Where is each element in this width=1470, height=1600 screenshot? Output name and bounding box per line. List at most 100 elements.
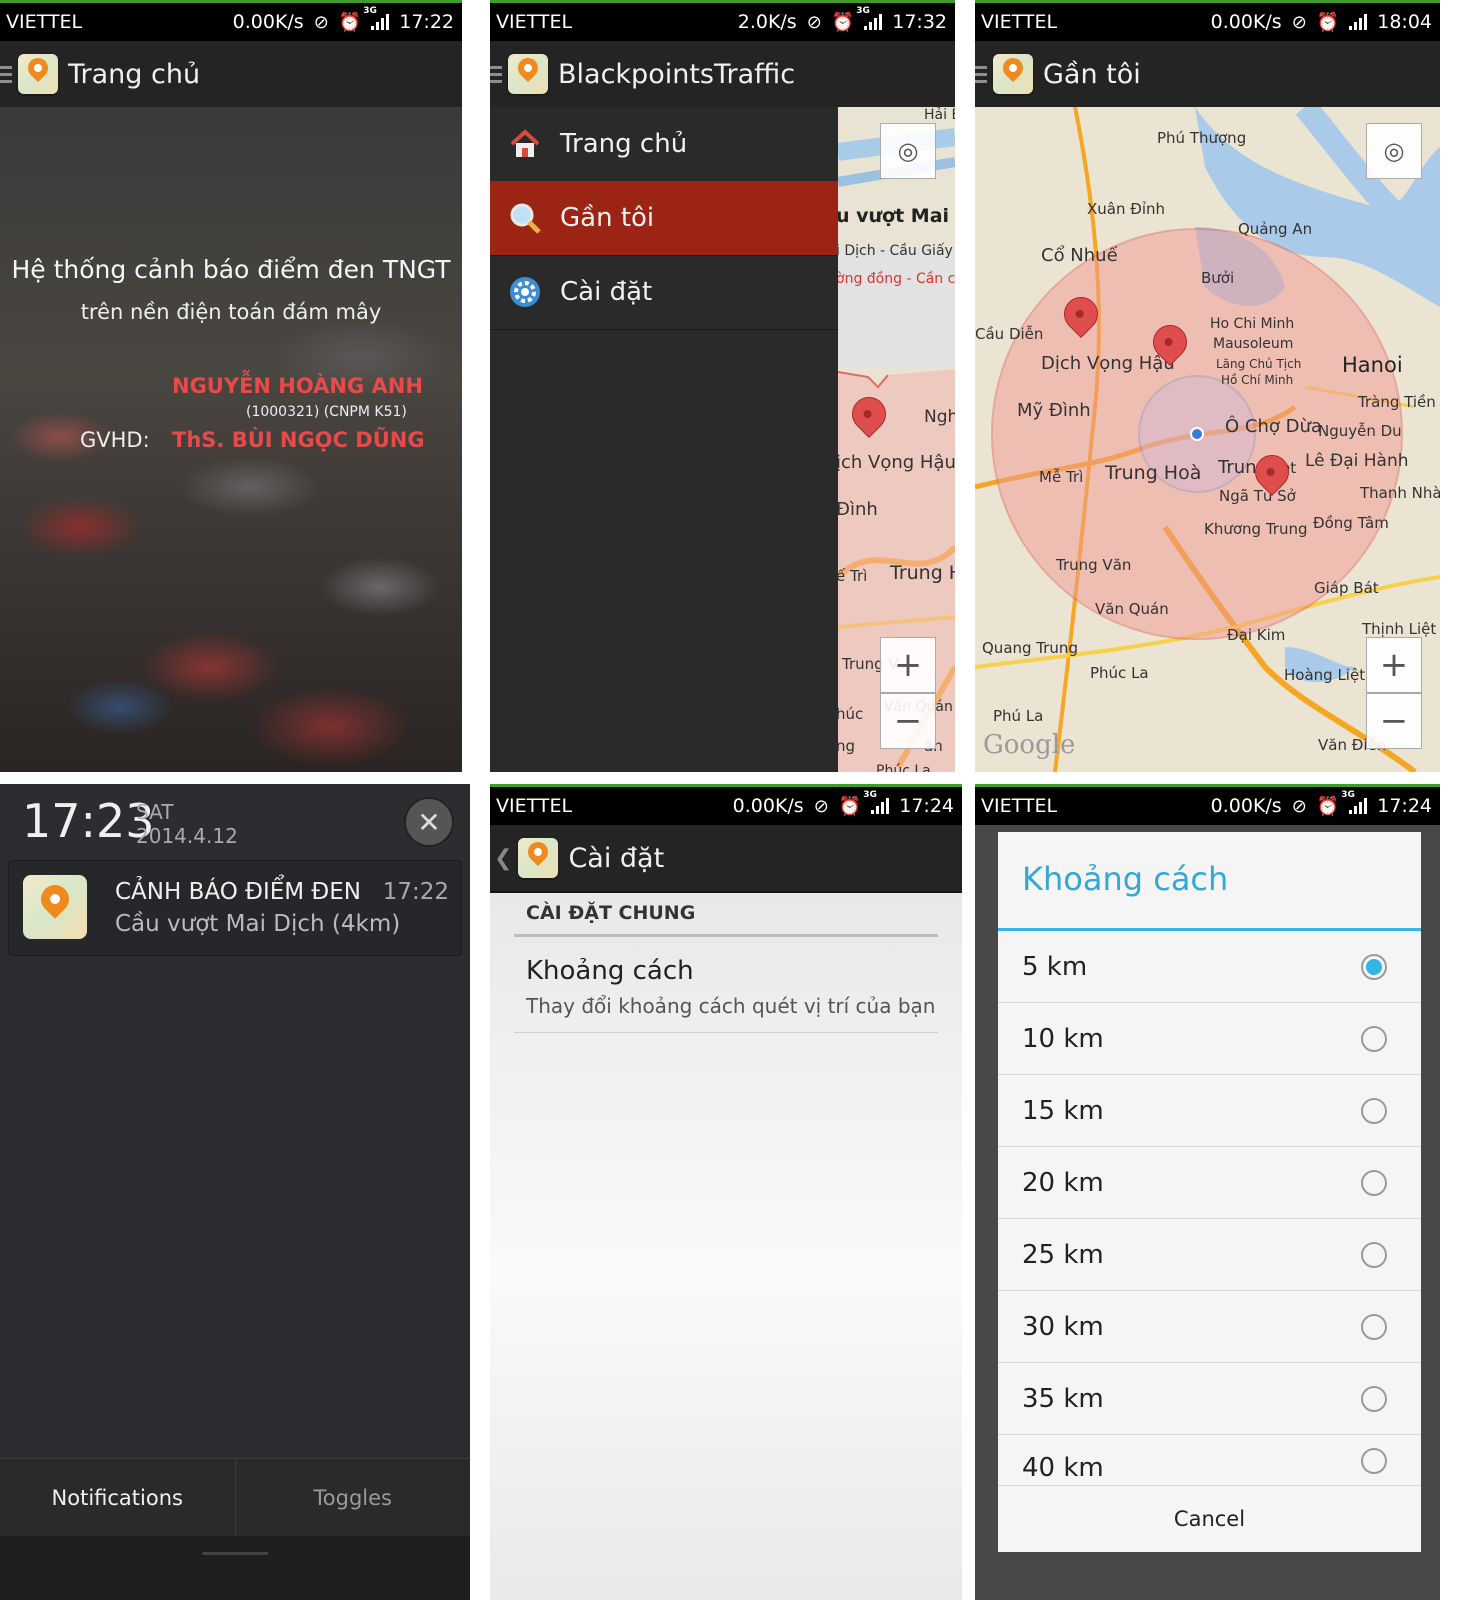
map-label: Cổ Nhuế: [1041, 245, 1118, 266]
radio-unselected[interactable]: [1361, 1097, 1387, 1124]
back-chevron-icon[interactable]: ❮: [494, 846, 512, 871]
alarm-icon: ⏰: [1316, 795, 1340, 817]
drawer-screen: VIETTEL 2.0K/s ⊘ ⏰ 3G 17:32 BlackpointsT…: [490, 0, 955, 772]
notification-text: Cầu vượt Mai Dịch (4km): [115, 911, 401, 937]
my-location-button[interactable]: ◎: [880, 123, 936, 179]
app-headline: Hệ thống cảnh báo điểm đen TNGT: [11, 255, 451, 284]
drawer-menu-icon[interactable]: [0, 65, 12, 83]
map-view[interactable]: Phú Thượng Xuân Đỉnh Quảng An Cổ Nhuế Bư…: [975, 107, 1440, 772]
drawer-menu-icon[interactable]: [975, 65, 987, 83]
map-label: Xuân Đỉnh: [1087, 200, 1166, 218]
page-title: Gần tôi: [1043, 58, 1141, 90]
status-bar: VIETTEL 0.00K/s ⊘ ⏰ 3G 17:22: [0, 0, 462, 41]
map-label: Hanoi: [1342, 353, 1403, 377]
map-label: Phúc La: [1090, 664, 1149, 682]
drawer-item-label: Gần tôi: [560, 203, 655, 233]
tab-toggles[interactable]: Toggles: [236, 1459, 471, 1537]
distance-option[interactable]: 40 km: [998, 1435, 1421, 1486]
app-subheadline: trên nền điện toán đám mây: [80, 300, 382, 324]
radio-unselected[interactable]: [1361, 1385, 1387, 1412]
network-speed: 2.0K/s: [737, 11, 797, 33]
distance-option[interactable]: 5 km: [998, 931, 1421, 1003]
status-time: 17:32: [892, 11, 947, 33]
option-label: 25 km: [1022, 1239, 1104, 1270]
radio-unselected[interactable]: [1361, 1313, 1387, 1340]
network-speed: 0.00K/s: [232, 11, 304, 33]
map-label: Mỹ Đình: [1017, 400, 1091, 421]
tab-notifications[interactable]: Notifications: [0, 1459, 236, 1537]
radio-unselected[interactable]: [1361, 1447, 1387, 1474]
settings-section-header: CÀI ĐẶT CHUNG: [526, 902, 696, 924]
distance-option[interactable]: 30 km: [998, 1291, 1421, 1363]
map-label: Ho Chi Minh: [1210, 316, 1295, 332]
radio-selected[interactable]: [1361, 953, 1387, 980]
app-logo-icon[interactable]: [993, 53, 1033, 94]
drawer-item-home[interactable]: Trang chủ: [490, 107, 838, 182]
carrier-name: VIETTEL: [981, 795, 1058, 817]
radio-unselected[interactable]: [1361, 1241, 1387, 1268]
distance-option[interactable]: 35 km: [998, 1363, 1421, 1435]
drawer-menu-icon[interactable]: [490, 65, 502, 83]
map-label: Đình: [838, 499, 878, 520]
map-label: ng: [838, 737, 856, 755]
map-label: Thanh Nhà: [1360, 484, 1440, 502]
distance-option[interactable]: 10 km: [998, 1003, 1421, 1075]
zoom-in-button[interactable]: +: [880, 637, 936, 693]
app-logo-icon[interactable]: [18, 53, 58, 94]
advisor-label: GVHD:: [80, 428, 150, 452]
clear-notifications-button[interactable]: ✕: [404, 797, 454, 847]
drawer-item-near-me[interactable]: Gần tôi: [490, 181, 838, 256]
option-label: 15 km: [1022, 1095, 1104, 1126]
network-speed: 0.00K/s: [1210, 11, 1282, 33]
app-logo-icon[interactable]: [518, 837, 559, 878]
notification-title: CẢNH BÁO ĐIỂM ĐEN: [115, 879, 361, 905]
crosshair-icon: ◎: [1383, 137, 1405, 165]
crosshair-icon: ◎: [897, 137, 919, 165]
action-bar: Trang chủ: [0, 41, 462, 109]
map-label: Mausoleum: [1213, 336, 1294, 352]
network-speed: 0.00K/s: [732, 795, 804, 817]
zoom-out-button[interactable]: −: [880, 693, 936, 749]
zoom-out-button[interactable]: −: [1366, 693, 1422, 749]
status-bar: VIETTEL 0.00K/s ⊘ ⏰ 3G 17:24: [490, 784, 962, 825]
option-label: 35 km: [1022, 1383, 1104, 1414]
close-icon: ✕: [417, 805, 441, 839]
option-label: 30 km: [1022, 1311, 1104, 1342]
distance-option[interactable]: 20 km: [998, 1147, 1421, 1219]
radio-unselected[interactable]: [1361, 1169, 1387, 1196]
status-bar: VIETTEL 0.00K/s ⊘ ⏰ 3G 17:24: [975, 784, 1440, 825]
mute-icon: ⊘: [806, 11, 822, 33]
map-label: ế Trì: [838, 567, 868, 585]
navigation-drawer: Trang chủ Gần tôi Cài đặt: [490, 107, 838, 772]
action-bar: BlackpointsTraffic: [490, 41, 955, 109]
map-label: ịch Vọng Hậu: [838, 452, 955, 473]
status-bar: VIETTEL 2.0K/s ⊘ ⏰ 3G 17:32: [490, 0, 955, 41]
map-label: Trung Văn: [1056, 556, 1132, 574]
map-label: Ngã Tư Sở: [1219, 487, 1296, 505]
app-logo-icon[interactable]: [508, 53, 548, 94]
drawer-item-settings[interactable]: Cài đặt: [490, 255, 838, 330]
my-location-button[interactable]: ◎: [1366, 123, 1422, 179]
shade-day: SAT: [136, 800, 174, 824]
distance-option[interactable]: 15 km: [998, 1075, 1421, 1147]
mute-icon: ⊘: [813, 795, 829, 817]
status-time: 18:04: [1377, 11, 1432, 33]
app-logo-icon: [23, 875, 87, 939]
preference-summary: Thay đổi khoảng cách quét vị trí của bạn: [526, 994, 936, 1018]
preference-divider: [514, 1032, 938, 1033]
drag-handle[interactable]: [202, 1552, 268, 1555]
alarm-icon: ⏰: [831, 11, 855, 33]
drawer-item-label: Trang chủ: [560, 129, 688, 159]
map-peek[interactable]: Hải B u vượt Mai Dị i Dịch - Cầu Giấy ờn…: [838, 107, 955, 772]
notification-card[interactable]: CẢNH BÁO ĐIỂM ĐEN 17:22 Cầu vượt Mai Dịc…: [8, 860, 462, 956]
signal-icon: 3G: [856, 6, 883, 30]
map-label: Khương Trung: [1204, 520, 1308, 538]
near-me-screen: VIETTEL 0.00K/s ⊘ ⏰ 18:04 Gần tôi Phú Th…: [975, 0, 1440, 772]
option-label: 10 km: [1022, 1023, 1104, 1054]
cancel-button[interactable]: Cancel: [998, 1485, 1421, 1552]
radio-unselected[interactable]: [1361, 1025, 1387, 1052]
signal-icon: 3G: [863, 790, 890, 814]
page-title: Cài đặt: [568, 842, 665, 874]
zoom-in-button[interactable]: +: [1366, 637, 1422, 693]
distance-option[interactable]: 25 km: [998, 1219, 1421, 1291]
